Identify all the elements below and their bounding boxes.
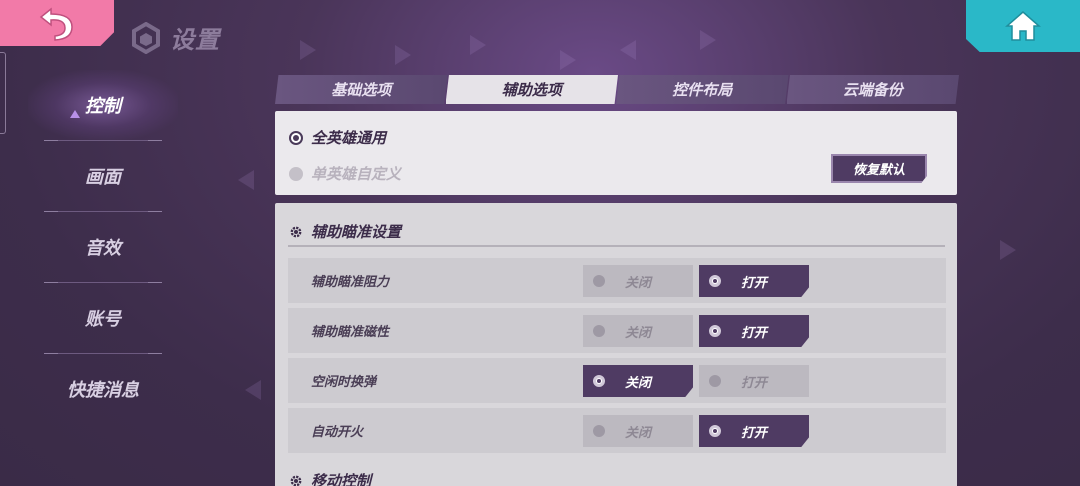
toggle-on-button[interactable]: 打开 <box>699 265 809 297</box>
radio-single-hero[interactable]: 单英雄自定义 <box>289 163 401 184</box>
sidebar-item-account[interactable]: 账号 <box>28 283 178 353</box>
hero-mode-panel: 全英雄通用 单英雄自定义 恢复默认 <box>275 111 957 195</box>
setting-row-idle-reload: 空闲时换弹 关闭 打开 <box>288 358 946 403</box>
aim-settings-panel: 辅助瞄准设置 辅助瞄准阻力 关闭 打开 辅助瞄准磁性 关闭 打开 空闲时换弹 关… <box>275 203 957 486</box>
bg-decoration <box>300 40 316 60</box>
settings-logo-icon <box>132 21 160 54</box>
sidebar-item-label: 控制 <box>85 96 121 117</box>
toggle-label: 打开 <box>740 425 767 441</box>
bg-decoration <box>620 40 636 60</box>
bg-decoration <box>560 50 576 70</box>
sidebar-item-label: 画面 <box>85 167 121 188</box>
setting-row-aim-drag: 辅助瞄准阻力 关闭 打开 <box>288 258 946 303</box>
sidebar-item-quick-message[interactable]: 快捷消息 <box>28 354 178 424</box>
bg-decoration <box>245 380 261 400</box>
section-title: 移动控制 <box>311 472 372 486</box>
home-button[interactable] <box>966 0 1080 52</box>
toggle-label: 关闭 <box>624 275 651 291</box>
section-header-aim: 辅助瞄准设置 <box>289 221 401 242</box>
setting-row-auto-fire: 自动开火 关闭 打开 <box>288 408 946 453</box>
setting-label: 空闲时换弹 <box>311 375 377 390</box>
toggle-label: 打开 <box>740 375 767 391</box>
toggle-label: 关闭 <box>624 325 651 341</box>
toggle-label: 关闭 <box>624 375 651 391</box>
radio-selected-icon <box>289 130 303 145</box>
setting-label: 自动开火 <box>311 425 364 440</box>
sidebar-item-label: 音效 <box>85 238 121 259</box>
toggle-on-button[interactable]: 打开 <box>699 315 809 347</box>
radio-label: 全英雄通用 <box>311 129 387 147</box>
tab-bar: 基础选项 辅助选项 控件布局 云端备份 <box>275 75 959 104</box>
reset-default-button[interactable]: 恢复默认 <box>831 154 927 183</box>
bg-decoration <box>238 170 254 190</box>
toggle-on-button[interactable]: 打开 <box>699 415 809 447</box>
setting-row-aim-magnet: 辅助瞄准磁性 关闭 打开 <box>288 308 946 353</box>
tab-layout[interactable]: 控件布局 <box>616 75 789 104</box>
tab-assist[interactable]: 辅助选项 <box>445 75 618 104</box>
back-button[interactable] <box>0 0 114 46</box>
bg-decoration <box>1000 240 1016 260</box>
tab-basic[interactable]: 基础选项 <box>275 75 448 104</box>
section-title: 辅助瞄准设置 <box>311 223 402 241</box>
gear-icon <box>290 475 302 486</box>
section-header-movement: 移动控制 <box>289 470 371 486</box>
page-header: 设置 <box>130 20 220 55</box>
toggle-off-button[interactable]: 关闭 <box>583 265 693 297</box>
sidebar-item-control[interactable]: 控制 <box>28 70 178 140</box>
sidebar-item-display[interactable]: 画面 <box>28 141 178 211</box>
page-title: 设置 <box>170 26 220 54</box>
toggle-off-button[interactable]: 关闭 <box>583 365 693 397</box>
setting-label: 辅助瞄准阻力 <box>311 275 390 290</box>
bg-decoration <box>395 45 411 65</box>
radio-unselected-icon <box>289 166 303 181</box>
bg-decoration <box>470 35 486 55</box>
bg-decoration <box>700 30 716 50</box>
toggle-label: 打开 <box>740 325 767 341</box>
toggle-label: 关闭 <box>624 425 651 441</box>
sidebar-item-sound[interactable]: 音效 <box>28 212 178 282</box>
toggle-off-button[interactable]: 关闭 <box>583 415 693 447</box>
radio-all-heroes[interactable]: 全英雄通用 <box>289 127 386 148</box>
sidebar: 控制 画面 音效 账号 快捷消息 <box>28 70 178 424</box>
divider <box>288 245 945 247</box>
toggle-on-button[interactable]: 打开 <box>699 365 809 397</box>
sidebar-item-label: 账号 <box>85 309 121 330</box>
radio-label: 单英雄自定义 <box>311 165 402 183</box>
home-icon <box>1005 11 1041 41</box>
gear-icon <box>290 226 302 237</box>
tab-cloud-backup[interactable]: 云端备份 <box>786 75 959 104</box>
setting-label: 辅助瞄准磁性 <box>311 325 390 340</box>
back-arrow-icon <box>39 7 73 41</box>
sidebar-item-label: 快捷消息 <box>67 380 139 401</box>
toggle-off-button[interactable]: 关闭 <box>583 315 693 347</box>
side-edge-handle[interactable] <box>0 52 6 134</box>
toggle-label: 打开 <box>740 275 767 291</box>
